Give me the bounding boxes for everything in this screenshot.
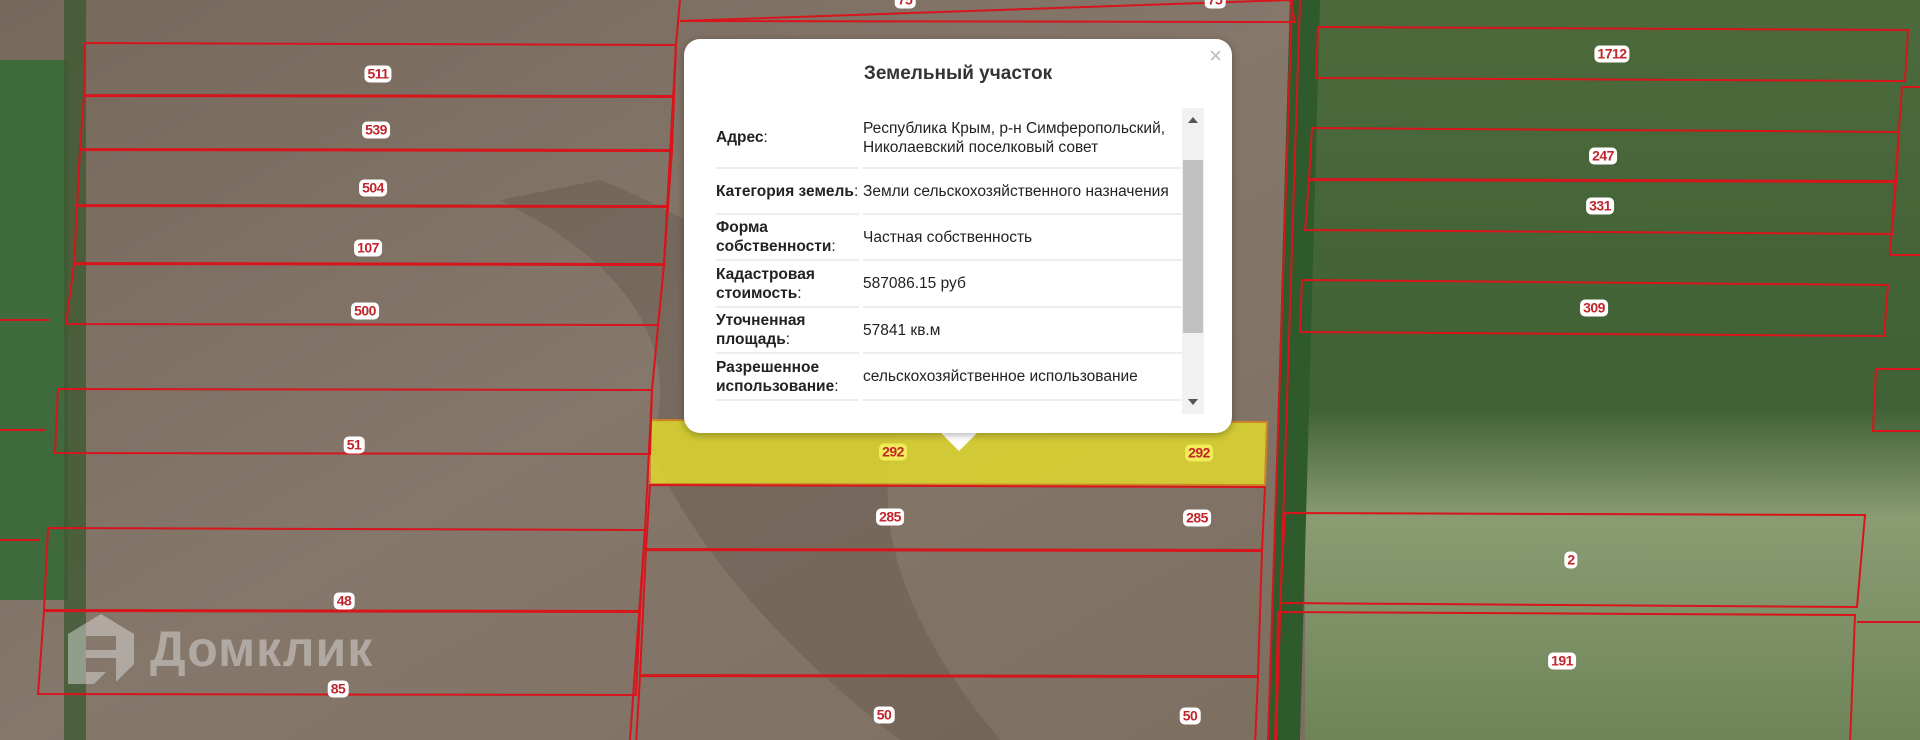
parcel-label: 75 xyxy=(894,0,916,9)
parcel-label: 285 xyxy=(1183,509,1211,527)
info-row-address: Адрес: Республика Крым, р-н Симферопольс… xyxy=(716,108,1182,169)
parcel-label: 51 xyxy=(343,436,365,454)
info-row-area: Уточненная площадь: 57841 кв.м xyxy=(716,308,1182,354)
row-value: сельскохозяйственное использование xyxy=(863,354,1182,401)
popup-title: Земельный участок xyxy=(863,63,1053,84)
parcel-label: 1712 xyxy=(1594,45,1630,63)
row-label: Форма собственности xyxy=(716,219,832,255)
parcel-label: 107 xyxy=(354,239,382,257)
info-row-permitted-use: Разрешенное использование: сельскохозяйс… xyxy=(716,354,1182,401)
colon: : xyxy=(834,377,839,395)
row-value: 57841 кв.м xyxy=(863,308,1182,354)
house-logo-icon xyxy=(68,614,134,684)
info-row-category: Категория земель: Земли сельскохозяйстве… xyxy=(716,169,1182,215)
row-label: Разрешенное использование xyxy=(716,358,835,395)
left-green-field xyxy=(0,60,68,600)
parcel-label: 75 xyxy=(1204,0,1226,9)
row-label: Уточненная площадь xyxy=(716,312,806,348)
row-value: 587086.15 руб xyxy=(863,261,1182,308)
colon: : xyxy=(763,129,768,146)
popup-pointer xyxy=(940,432,978,451)
watermark-text: Домклик xyxy=(150,621,374,677)
parcel-info-table: Адрес: Республика Крым, р-н Симферопольс… xyxy=(716,108,1182,414)
colon: : xyxy=(785,331,791,348)
row-value: Частная собственность xyxy=(863,215,1182,261)
parcel-label: 539 xyxy=(362,121,390,139)
right-green-field xyxy=(1305,0,1920,740)
parcel-label: 2 xyxy=(1564,551,1578,569)
info-row-cadastral-value: Кадастровая стоимость: 587086.15 руб xyxy=(716,261,1182,308)
parcel-label: 50 xyxy=(1179,707,1201,725)
parcel-label: 48 xyxy=(333,592,355,610)
colon: : xyxy=(797,284,802,302)
parcel-label: 285 xyxy=(876,508,904,526)
row-value: Республика Крым, р-н Симферопольский, Ни… xyxy=(863,108,1182,169)
parcel-label-selected: 292 xyxy=(1185,444,1213,462)
colon: : xyxy=(831,238,836,255)
parcel-label: 511 xyxy=(364,65,392,83)
info-row-ownership: Форма собственности: Частная собственнос… xyxy=(716,215,1182,261)
scrollbar-thumb[interactable] xyxy=(1183,160,1203,333)
scroll-down-icon[interactable] xyxy=(1188,399,1198,405)
row-value: Земли сельскохозяйственного назначения xyxy=(863,169,1182,215)
parcel-label: 500 xyxy=(351,302,379,320)
parcel-label: 331 xyxy=(1586,197,1614,215)
parcel-label: 50 xyxy=(873,706,895,724)
popup-scrollbar[interactable] xyxy=(1182,108,1204,414)
domclick-watermark: Домклик xyxy=(66,612,373,686)
scroll-up-icon[interactable] xyxy=(1188,117,1198,123)
parcel-label-selected: 292 xyxy=(879,443,907,461)
parcel-label: 191 xyxy=(1548,652,1576,670)
row-label: Категория земель xyxy=(716,182,854,200)
parcel-info-popup: × Земельный участок Адрес: Республика Кр… xyxy=(684,39,1232,433)
colon: : xyxy=(853,182,859,200)
parcel-label: 247 xyxy=(1589,147,1617,165)
parcel-label: 309 xyxy=(1580,299,1608,317)
row-label: Адрес xyxy=(716,129,764,146)
parcel-label: 504 xyxy=(359,179,387,197)
